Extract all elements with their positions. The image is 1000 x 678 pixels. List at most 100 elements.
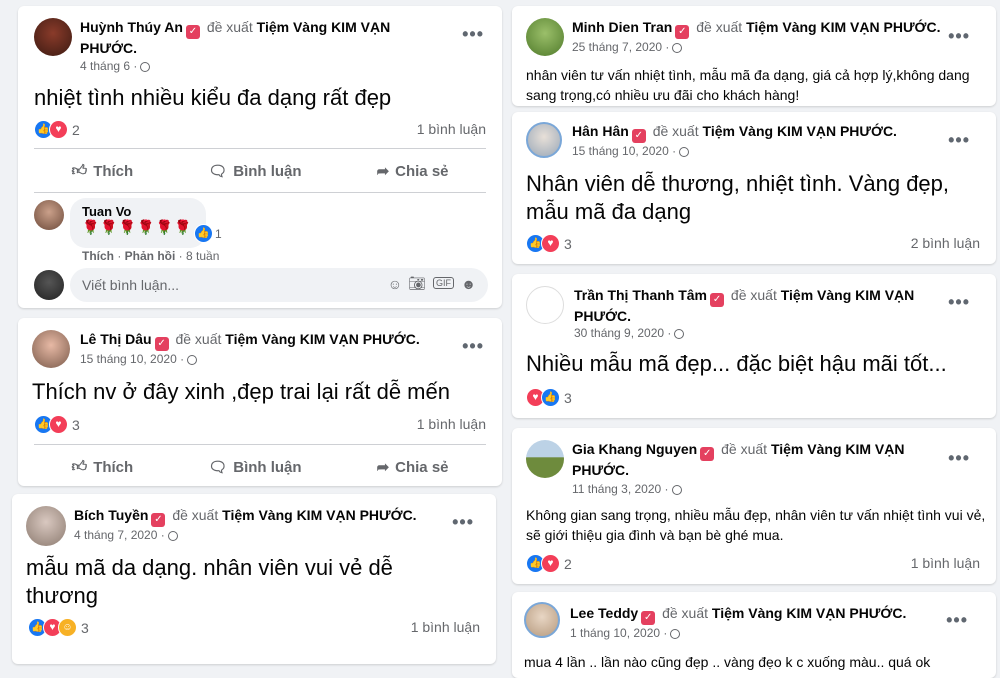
- avatar[interactable]: [32, 330, 70, 368]
- post-header: Lê Thị Dâu ✓ đề xuất Tiệm Vàng KIM VẠN PH…: [80, 330, 460, 351]
- recommend-icon: ✓: [710, 293, 725, 307]
- post-date[interactable]: 15 tháng 10, 2020 ·: [80, 352, 198, 366]
- recommend-icon: ✓: [151, 513, 166, 527]
- recommend-label: đề xuất: [721, 441, 768, 457]
- reaction-summary[interactable]: 👍 ♥ ☺ 3: [28, 618, 89, 637]
- reaction-summary[interactable]: 👍 ♥ 3: [526, 234, 572, 253]
- avatar[interactable]: [526, 440, 564, 478]
- camera-icon[interactable]: 📷︎: [408, 275, 426, 292]
- more-options-icon[interactable]: •••: [948, 292, 970, 313]
- avatar[interactable]: [26, 506, 66, 546]
- post-header: Trần Thị Thanh Tâm ✓ đề xuất Tiệm Vàng KI…: [574, 286, 954, 326]
- current-user-avatar[interactable]: [34, 270, 64, 300]
- recommend-label: đề xuất: [696, 19, 743, 35]
- share-button[interactable]: ➦ Chia sẻ: [377, 158, 449, 184]
- care-reaction-icon: ☺: [58, 618, 77, 637]
- emoji-icon[interactable]: ☺: [388, 276, 402, 292]
- avatar[interactable]: [526, 286, 564, 324]
- post-header: Huỳnh Thúy An ✓ đề xuất Tiệm Vàng KIM VẠN…: [80, 18, 420, 58]
- more-options-icon[interactable]: •••: [946, 610, 968, 631]
- recommend-label: đề xuất: [652, 123, 699, 139]
- comment-icon: 🗨︎: [208, 163, 228, 180]
- gif-icon[interactable]: GIF: [433, 277, 454, 289]
- comment-count[interactable]: 1 bình luận: [417, 121, 486, 137]
- more-options-icon[interactable]: •••: [452, 512, 474, 533]
- post-date[interactable]: 1 tháng 10, 2020 ·: [570, 626, 681, 640]
- page-link[interactable]: Tiệm Vàng KIM VẠN PHƯỚC.: [712, 605, 906, 621]
- rose-emojis: 🌹🌹🌹🌹🌹🌹: [82, 219, 193, 235]
- author-name[interactable]: Lê Thị Dâu: [80, 331, 152, 347]
- comment-like-link[interactable]: Thích: [82, 249, 114, 263]
- comment-time[interactable]: 8 tuần: [186, 249, 219, 263]
- sticker-icon[interactable]: ☻: [461, 276, 476, 292]
- post-text: Thích nv ở đây xinh ,đẹp trai lại rất dễ…: [32, 379, 450, 404]
- comment-count[interactable]: 2 bình luận: [911, 235, 980, 251]
- commenter-name[interactable]: Tuan Vo: [82, 204, 194, 219]
- more-options-icon[interactable]: •••: [462, 336, 484, 357]
- reaction-summary[interactable]: 👍 ♥ 3: [34, 415, 80, 434]
- post-text: Không gian sang trọng, nhiều mẫu đẹp, nh…: [526, 507, 986, 543]
- post-text: nhân viên tư vấn nhiệt tình, mẫu mã đa d…: [526, 67, 970, 103]
- post-date[interactable]: 4 tháng 6 ·: [80, 59, 151, 73]
- author-name[interactable]: Lee Teddy: [570, 605, 638, 621]
- divider: [34, 192, 486, 193]
- comment-count[interactable]: 1 bình luận: [417, 416, 486, 432]
- globe-icon: [672, 43, 683, 53]
- post-header: Gia Khang Nguyen ✓ đề xuất Tiệm Vàng KIM …: [572, 440, 952, 480]
- avatar[interactable]: [524, 602, 560, 638]
- avatar[interactable]: [34, 18, 72, 56]
- post-date[interactable]: 15 tháng 10, 2020 ·: [572, 144, 690, 158]
- comment-button[interactable]: 🗨︎ Bình luận: [208, 454, 301, 480]
- author-name[interactable]: Trần Thị Thanh Tâm: [574, 287, 707, 303]
- share-icon: ➦: [376, 459, 390, 476]
- review-card-3: Bích Tuyền ✓ đề xuất Tiệm Vàng KIM VẠN PH…: [12, 494, 496, 664]
- reaction-summary[interactable]: 👍 ♥ 2: [34, 120, 80, 139]
- reaction-summary[interactable]: ♥ 👍 3: [526, 388, 572, 407]
- comment-reply-link[interactable]: Phản hồi: [125, 249, 176, 263]
- page-link[interactable]: Tiệm Vàng KIM VẠN PHƯỚC.: [746, 19, 940, 35]
- recommend-icon: ✓: [700, 447, 715, 461]
- like-button[interactable]: 👍︎ Thích: [72, 158, 134, 184]
- comment-input[interactable]: Viết bình luận... ☺ 📷︎ GIF ☻: [70, 268, 488, 302]
- avatar[interactable]: [526, 18, 564, 56]
- author-name[interactable]: Bích Tuyền: [74, 507, 148, 523]
- love-reaction-icon: ♥: [49, 120, 68, 139]
- page-link[interactable]: Tiệm Vàng KIM VẠN PHƯỚC.: [225, 331, 419, 347]
- page-link[interactable]: Tiệm Vàng KIM VẠN PHƯỚC.: [222, 507, 416, 523]
- globe-icon: [679, 147, 690, 157]
- review-card-4: Minh Dien Tran ✓ đề xuất Tiệm Vàng KIM VẠ…: [512, 6, 996, 106]
- more-options-icon[interactable]: •••: [948, 130, 970, 151]
- more-options-icon[interactable]: •••: [948, 26, 970, 47]
- post-date[interactable]: 4 tháng 7, 2020 ·: [74, 528, 178, 542]
- divider: [34, 444, 486, 445]
- author-name[interactable]: Gia Khang Nguyen: [572, 441, 697, 457]
- globe-icon: [674, 329, 685, 339]
- post-date[interactable]: 25 tháng 7, 2020 ·: [572, 40, 683, 54]
- reaction-summary[interactable]: 👍 ♥ 2: [526, 554, 572, 573]
- more-options-icon[interactable]: •••: [462, 24, 484, 45]
- comment-bubble: Tuan Vo 🌹🌹🌹🌹🌹🌹: [70, 198, 206, 248]
- globe-icon: [167, 531, 178, 541]
- share-button[interactable]: ➦ Chia sẻ: [377, 454, 449, 480]
- author-name[interactable]: Huỳnh Thúy An: [80, 19, 183, 35]
- comment-count[interactable]: 1 bình luận: [911, 555, 980, 571]
- post-header: Minh Dien Tran ✓ đề xuất Tiệm Vàng KIM VẠ…: [572, 18, 962, 39]
- page-link[interactable]: Tiệm Vàng KIM VẠN PHƯỚC.: [703, 123, 897, 139]
- love-reaction-icon: ♥: [541, 234, 560, 253]
- more-options-icon[interactable]: •••: [948, 448, 970, 469]
- comment-count[interactable]: 1 bình luận: [411, 619, 480, 635]
- comment-button[interactable]: 🗨︎ Bình luận: [208, 158, 301, 184]
- comment-reaction[interactable]: 👍 1: [194, 224, 222, 243]
- comment-placeholder: Viết bình luận...: [82, 277, 180, 293]
- like-button[interactable]: 👍︎ Thích: [72, 454, 134, 480]
- recommend-label: đề xuất: [730, 287, 777, 303]
- share-icon: ➦: [376, 163, 390, 180]
- like-reaction-icon: 👍: [194, 224, 213, 243]
- author-name[interactable]: Hân Hân: [572, 123, 629, 139]
- post-date[interactable]: 11 tháng 3, 2020 ·: [572, 482, 682, 496]
- post-date[interactable]: 30 tháng 9, 2020 ·: [574, 326, 685, 340]
- recommend-icon: ✓: [185, 25, 200, 39]
- avatar[interactable]: [526, 122, 562, 158]
- author-name[interactable]: Minh Dien Tran: [572, 19, 672, 35]
- commenter-avatar[interactable]: [34, 200, 64, 230]
